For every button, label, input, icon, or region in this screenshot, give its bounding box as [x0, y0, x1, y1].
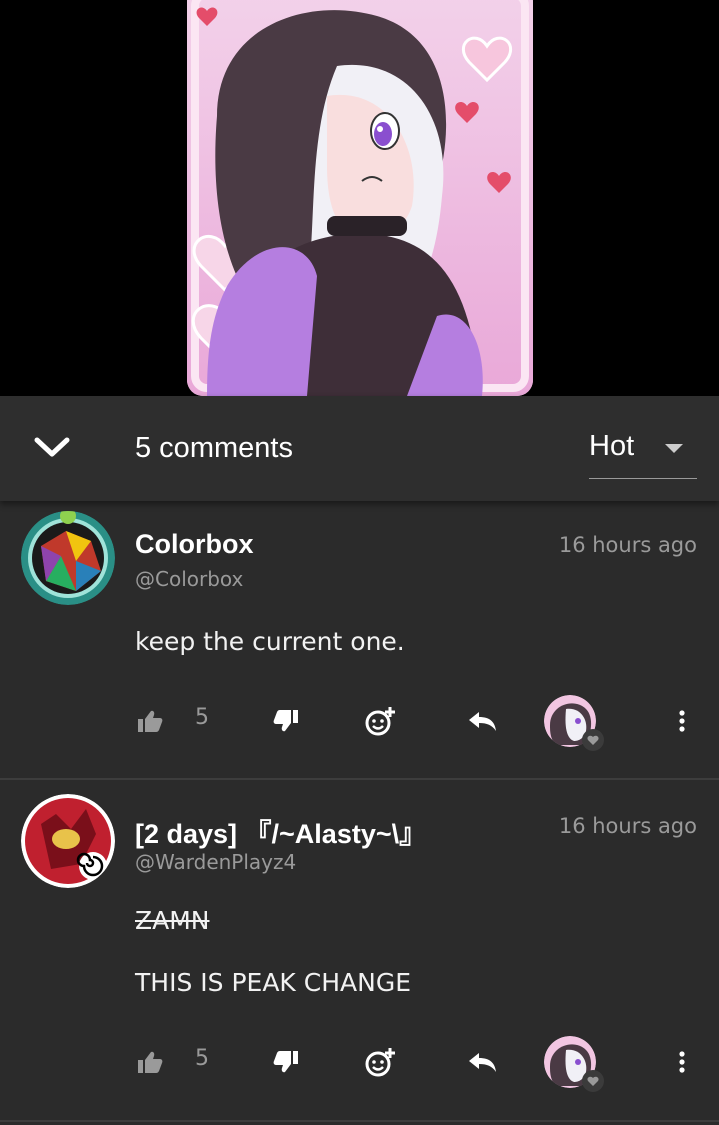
like-count: 5: [195, 1046, 209, 1071]
heart-icon: [582, 729, 604, 751]
comment-author[interactable]: Colorbox: [135, 529, 254, 560]
add-reaction-icon[interactable]: [360, 691, 400, 751]
reply-icon[interactable]: [462, 1032, 502, 1092]
post-image-art: [187, 0, 533, 396]
dropdown-arrow-icon: [665, 444, 683, 453]
avatar[interactable]: [21, 511, 115, 605]
heart-icon: [582, 1070, 604, 1092]
comment-author[interactable]: [2 days] 『/~Alasty~\』: [135, 812, 426, 851]
comment-count: 5 comments: [135, 432, 293, 464]
comments-header: 5 comments Hot: [0, 396, 719, 501]
comment-item: [2 days] 『/~Alasty~\』 @WardenPlayz4 16 h…: [0, 780, 719, 1125]
post-image[interactable]: [187, 0, 533, 396]
more-vertical-icon[interactable]: [662, 691, 702, 751]
avatar[interactable]: [21, 794, 115, 888]
chevron-down-icon[interactable]: [32, 432, 72, 462]
comment-actions: 5: [0, 691, 719, 751]
thumbs-up-icon[interactable]: [130, 1032, 170, 1092]
comment-struck-text: ZAMN: [135, 906, 210, 935]
comment-text: keep the current one.: [135, 627, 405, 656]
post-media-area: [0, 0, 719, 396]
sort-dropdown[interactable]: Hot: [589, 426, 697, 479]
like-count: 5: [195, 705, 209, 730]
comment-divider: [0, 1120, 719, 1122]
comment-handle[interactable]: @Colorbox: [135, 567, 243, 591]
comment-item: Colorbox @Colorbox 16 hours ago keep the…: [0, 501, 719, 781]
comment-text: THIS IS PEAK CHANGE: [135, 968, 411, 997]
comment-timestamp: 16 hours ago: [558, 814, 697, 838]
more-vertical-icon[interactable]: [662, 1032, 702, 1092]
reply-icon[interactable]: [462, 691, 502, 751]
comment-actions: 5: [0, 1032, 719, 1092]
thumbs-down-icon[interactable]: [266, 691, 306, 751]
thumbs-down-icon[interactable]: [266, 1032, 306, 1092]
comment-handle[interactable]: @WardenPlayz4: [135, 850, 296, 874]
add-reaction-icon[interactable]: [360, 1032, 400, 1092]
sort-label: Hot: [589, 430, 635, 462]
thumbs-up-icon[interactable]: [130, 691, 170, 751]
comment-timestamp: 16 hours ago: [558, 533, 697, 557]
